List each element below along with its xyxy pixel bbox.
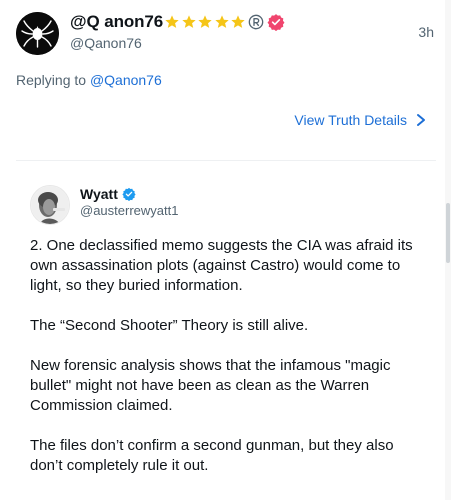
view-truth-details-label: View Truth Details — [294, 112, 407, 128]
section-divider — [16, 160, 436, 161]
author-name-row: @Q anon76 — [70, 11, 285, 33]
replying-to-mention-link[interactable]: @Qanon76 — [90, 72, 162, 88]
replying-to-line: Replying to @Qanon76 — [16, 72, 162, 88]
star-rating — [164, 14, 247, 30]
replying-to-prefix: Replying to — [16, 72, 90, 88]
embedded-author-handle[interactable]: @austerrewyatt1 — [80, 203, 178, 218]
star-icon — [181, 15, 196, 28]
star-icon — [198, 15, 212, 28]
post-timestamp[interactable]: 3h — [418, 24, 434, 40]
post-header: @Q anon76 @Qanon76 3h — [16, 8, 436, 58]
registered-mark-icon — [248, 14, 263, 30]
author-handle[interactable]: @Qanon76 — [70, 35, 142, 51]
embedded-post-header: Wyatt @austerrewyatt1 — [30, 183, 410, 229]
blue-verified-badge-icon — [122, 187, 136, 201]
chevron-right-icon — [417, 114, 425, 126]
embedded-author-name[interactable]: Wyatt — [80, 186, 118, 202]
post-paragraph: 2. One declassified memo suggests the CI… — [30, 237, 413, 294]
view-truth-details-link[interactable]: View Truth Details — [294, 112, 427, 128]
scrollbar-thumb[interactable] — [446, 203, 450, 263]
author-name[interactable]: @Q anon76 — [70, 12, 163, 32]
post-paragraph: The “Second Shooter” Theory is still ali… — [30, 317, 309, 334]
author-avatar[interactable] — [16, 12, 59, 55]
post-paragraph: The files don’t confirm a second gunman,… — [30, 437, 394, 474]
star-icon — [231, 15, 245, 28]
star-icon — [165, 15, 179, 28]
post-paragraph: New forensic analysis shows that the inf… — [30, 357, 391, 414]
embedded-author-name-row: Wyatt — [80, 185, 136, 203]
star-icon — [214, 15, 229, 28]
embedded-author-avatar[interactable] — [30, 185, 70, 225]
scrollbar-track[interactable] — [445, 0, 451, 500]
pink-verified-badge-icon — [267, 14, 285, 31]
embedded-post-body: 2. One declassified memo suggests the CI… — [30, 236, 428, 496]
